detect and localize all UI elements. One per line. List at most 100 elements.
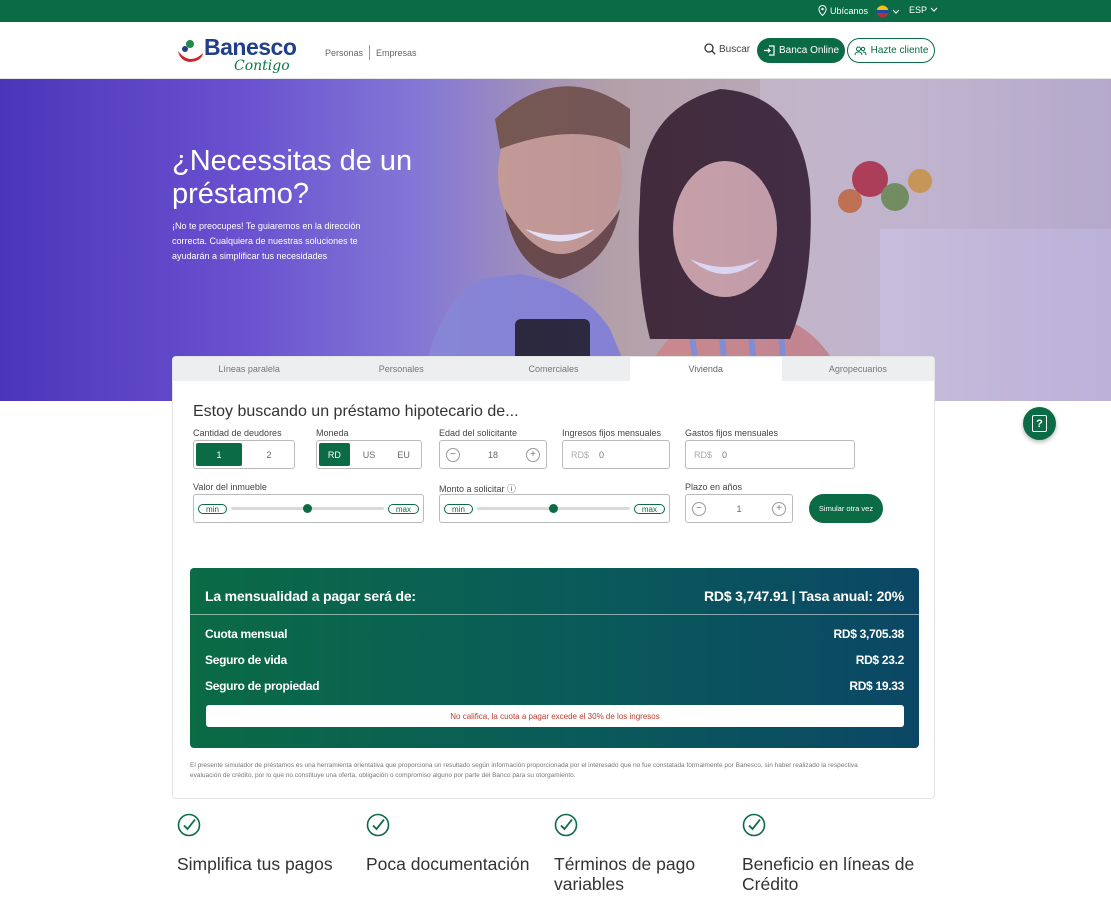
top-bar: Ubícanos ESP (0, 0, 1111, 22)
hazte-cliente-label: Hazte cliente (870, 45, 929, 56)
slider-max-label: max (633, 503, 665, 514)
segment-nav: Personas Empresas (325, 45, 417, 60)
nav-empresas[interactable]: Empresas (376, 48, 417, 58)
ingresos-label: Ingresos fijos mensuales (562, 428, 662, 438)
simulator-heading: Estoy buscando un préstamo hipotecario d… (193, 403, 519, 420)
help-button[interactable]: ? (1023, 407, 1056, 440)
tab-vivienda[interactable]: Vivienda (629, 357, 782, 381)
check-circle-icon (554, 813, 578, 837)
help-icon: ? (1032, 415, 1047, 432)
deudores-label: Cantidad de deudores (193, 428, 282, 438)
deudores-option-1[interactable]: 1 (196, 443, 242, 466)
plus-icon[interactable]: + (771, 501, 786, 516)
simular-button[interactable]: Simular otra vez (809, 494, 883, 523)
tab-personales[interactable]: Personales (325, 357, 477, 381)
result-total: RD$ 3,747.91 | Tasa anual: 20% (704, 588, 904, 604)
chevron-down-icon (930, 7, 938, 12)
feature-item: Términos de pago variables (554, 813, 734, 894)
banesco-logo[interactable]: Banesco Contigo (176, 30, 297, 76)
logo-mark-icon (178, 40, 203, 62)
users-icon (854, 46, 867, 55)
moneda-label: Moneda (316, 428, 349, 438)
loan-simulator: Líneas paralela Personales Comerciales V… (172, 356, 935, 799)
ingresos-input[interactable]: RD$ 0 (562, 440, 670, 469)
tab-agropecuarios[interactable]: Agropecuarios (782, 357, 934, 381)
deudores-option-2[interactable]: 2 (246, 443, 292, 466)
banca-online-label: Banca Online (778, 45, 840, 56)
banca-online-button[interactable]: Banca Online (757, 38, 845, 63)
result-row-label: Cuota mensual (205, 627, 288, 641)
result-row-value: RD$ 3,705.38 (833, 627, 905, 641)
plazo-stepper: − 1 + (685, 494, 793, 523)
result-divider (190, 614, 919, 615)
hero-banner: ¿Necessitas de un préstamo? ¡No te preoc… (0, 79, 1111, 401)
result-row-value: RD$ 23.2 (855, 653, 905, 667)
feature-label: Poca documentación (366, 854, 530, 874)
minus-icon[interactable]: − (692, 501, 706, 516)
hero-description: ¡No te preocupes! Te guiaremos en la dir… (172, 221, 361, 261)
moneda-option-rd[interactable]: RD (319, 443, 350, 466)
slider-min-label: min (198, 503, 227, 514)
nav-personas[interactable]: Personas (325, 48, 363, 58)
slider-handle[interactable] (302, 504, 312, 513)
hazte-cliente-button[interactable]: Hazte cliente (847, 38, 935, 63)
gastos-value: 0 (722, 449, 728, 460)
result-row: Cuota mensual RD$ 3,705.38 (205, 627, 904, 641)
logo-name: Banesco (204, 34, 297, 60)
loan-type-tabs: Líneas paralela Personales Comerciales V… (173, 357, 934, 381)
edad-stepper: − 18 + (439, 440, 547, 469)
moneda-option-eu[interactable]: EU (388, 443, 419, 466)
slider-handle[interactable] (548, 504, 558, 513)
valor-inmueble-slider: min max (193, 494, 424, 523)
search-icon (704, 43, 716, 55)
feature-item: Beneficio en líneas de Crédito (742, 813, 922, 894)
main-header: Banesco Contigo Personas Empresas Buscar… (0, 22, 1111, 79)
feature-item: Simplifica tus pagos (177, 813, 357, 874)
gastos-input[interactable]: RD$ 0 (685, 440, 855, 469)
plus-icon[interactable]: + (525, 447, 540, 462)
ingresos-currency: RD$ (571, 449, 590, 460)
search-button[interactable]: Buscar (704, 43, 750, 55)
nav-divider (369, 45, 371, 60)
moneda-option-us[interactable]: US (354, 443, 385, 466)
result-row: Seguro de propiedad RD$ 19.33 (205, 679, 904, 693)
minus-icon[interactable]: − (446, 447, 460, 462)
location-pin-icon (818, 5, 827, 16)
plazo-value[interactable]: 1 (736, 504, 741, 514)
deudores-selector: 1 2 (193, 440, 295, 469)
hero-photo-couple (0, 79, 1111, 401)
gastos-currency: RD$ (694, 449, 713, 460)
edad-label: Edad del solicitante (439, 428, 518, 438)
chevron-down-icon (892, 9, 900, 14)
edad-value[interactable]: 18 (488, 450, 498, 460)
result-row-label: Seguro de vida (205, 653, 287, 667)
location-label: Ubícanos (830, 5, 869, 16)
tab-lineas-paralela[interactable]: Líneas paralela (173, 357, 325, 381)
tab-comerciales[interactable]: Comerciales (477, 357, 629, 381)
ingresos-value: 0 (599, 449, 605, 460)
result-row-label: Seguro de propiedad (205, 679, 320, 693)
feature-item: Poca documentación (366, 813, 546, 874)
valor-inmueble-label: Valor del inmueble (193, 482, 267, 492)
feature-label: Simplifica tus pagos (177, 854, 333, 874)
slider-max-label: max (387, 503, 419, 514)
monto-slider: min max (439, 494, 670, 523)
hero-title: ¿Necessitas de un préstamo? (172, 145, 413, 210)
flag-icon (876, 5, 889, 18)
logo-tagline: Contigo (234, 58, 290, 74)
language-selector[interactable]: ESP (909, 5, 938, 15)
gastos-label: Gastos fijos mensuales (685, 428, 779, 438)
login-icon (763, 45, 775, 56)
moneda-selector: RD US EU (316, 440, 422, 469)
result-row: Seguro de vida RD$ 23.2 (205, 653, 904, 667)
warning-message: No califica, la cuota a pagar excede el … (206, 705, 904, 727)
result-panel: La mensualidad a pagar será de: RD$ 3,74… (190, 568, 919, 748)
slider-min-label: min (444, 503, 473, 514)
result-heading: La mensualidad a pagar será de: (205, 588, 416, 604)
plazo-label: Plazo en años (685, 482, 743, 492)
check-circle-icon (177, 813, 201, 837)
country-selector[interactable] (876, 5, 900, 18)
slider-track[interactable] (476, 504, 630, 513)
location-link[interactable]: Ubícanos (818, 5, 868, 16)
slider-track[interactable] (230, 504, 384, 513)
